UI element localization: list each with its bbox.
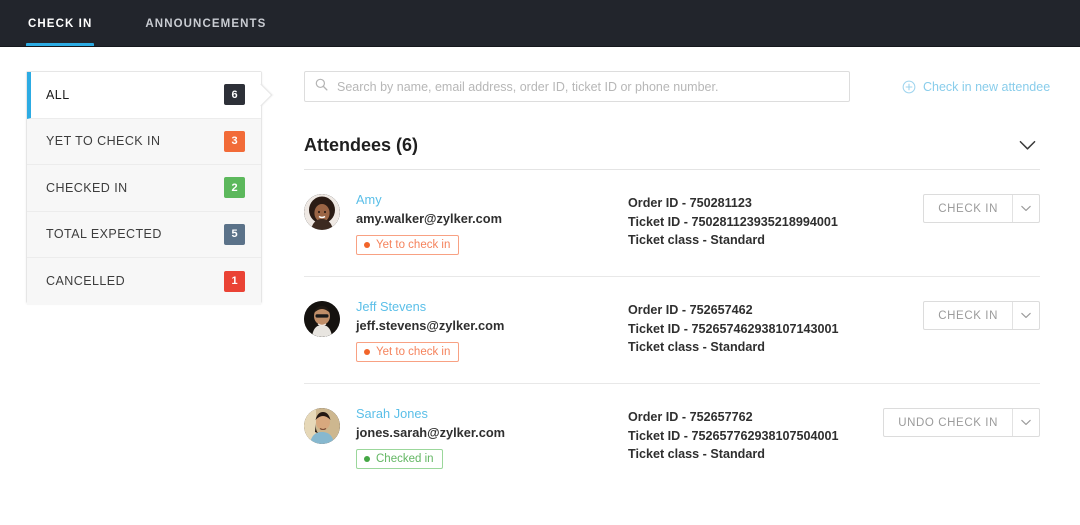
status-badge-label: Checked in <box>376 453 434 465</box>
sidebar-item-cancelled[interactable]: CANCELLED 1 <box>27 258 261 305</box>
attendee-email: amy.walker@zylker.com <box>356 209 628 228</box>
order-id: Order ID - 752657462 <box>628 301 923 320</box>
sidebar-item-label: TOTAL EXPECTED <box>46 227 162 241</box>
sidebar-item-all[interactable]: ALL 6 <box>27 72 261 119</box>
attendee-info: Amy amy.walker@zylker.com Yet to check i… <box>356 192 628 255</box>
sidebar-item-label: CHECKED IN <box>46 181 128 195</box>
sidebar-item-label: YET TO CHECK IN <box>46 134 160 148</box>
check-in-split-button: CHECK IN <box>923 301 1040 330</box>
attendees-header: Attendees (6) <box>304 135 1040 170</box>
page-body: ALL 6 YET TO CHECK IN 3 CHECKED IN 2 TOT… <box>0 47 1080 525</box>
filter-sidebar: ALL 6 YET TO CHECK IN 3 CHECKED IN 2 TOT… <box>26 71 262 303</box>
status-badge-label: Yet to check in <box>376 346 450 358</box>
order-id: Order ID - 750281123 <box>628 194 923 213</box>
avatar <box>304 194 340 230</box>
status-badge: 3 <box>224 131 245 152</box>
ticket-id: Ticket ID - 752657762938107504001 <box>628 427 883 446</box>
chevron-down-icon[interactable] <box>1012 195 1039 222</box>
check-in-button[interactable]: CHECK IN <box>924 195 1012 222</box>
avatar <box>304 408 340 444</box>
status-badge: 5 <box>224 224 245 245</box>
sidebar-item-total-expected[interactable]: TOTAL EXPECTED 5 <box>27 212 261 259</box>
chevron-down-icon[interactable] <box>1012 302 1039 329</box>
ticket-class: Ticket class - Standard <box>628 445 883 464</box>
order-details: Order ID - 752657462 Ticket ID - 7526574… <box>628 299 923 357</box>
attendee-name-link[interactable]: Sarah Jones <box>356 406 628 422</box>
table-row: Sarah Jones jones.sarah@zylker.com Check… <box>304 384 1040 490</box>
attendee-name-link[interactable]: Amy <box>356 192 628 208</box>
sidebar-item-label: ALL <box>46 88 70 102</box>
tab-check-in[interactable]: CHECK IN <box>26 0 94 47</box>
attendee-info: Jeff Stevens jeff.stevens@zylker.com Yet… <box>356 299 628 362</box>
search-row: Check in new attendee <box>304 71 1040 102</box>
order-id: Order ID - 752657762 <box>628 408 883 427</box>
main-content: Check in new attendee Attendees (6) <box>262 71 1080 525</box>
sidebar-item-yet-to-check-in[interactable]: YET TO CHECK IN 3 <box>27 119 261 166</box>
chevron-down-icon[interactable] <box>1015 138 1040 153</box>
tab-announcements-label: ANNOUNCEMENTS <box>145 18 266 30</box>
attendee-info: Sarah Jones jones.sarah@zylker.com Check… <box>356 406 628 469</box>
ticket-id: Ticket ID - 750281123935218994001 <box>628 213 923 232</box>
page-title: Attendees (6) <box>304 135 418 156</box>
status-dot-icon <box>364 349 370 355</box>
tab-announcements[interactable]: ANNOUNCEMENTS <box>143 0 268 47</box>
status-dot-icon <box>364 242 370 248</box>
attendee-email: jones.sarah@zylker.com <box>356 423 628 442</box>
active-tab-underline <box>26 43 94 47</box>
avatar <box>304 301 340 337</box>
search-box[interactable] <box>304 71 850 102</box>
status-badge: Yet to check in <box>356 235 459 255</box>
table-row: Jeff Stevens jeff.stevens@zylker.com Yet… <box>304 277 1040 384</box>
order-details: Order ID - 750281123 Ticket ID - 7502811… <box>628 192 923 250</box>
status-badge-label: Yet to check in <box>376 239 450 251</box>
top-navigation-bar: CHECK IN ANNOUNCEMENTS <box>0 0 1080 47</box>
attendee-email: jeff.stevens@zylker.com <box>356 316 628 335</box>
sidebar-item-checked-in[interactable]: CHECKED IN 2 <box>27 165 261 212</box>
check-in-split-button: CHECK IN <box>923 194 1040 223</box>
status-dot-icon <box>364 456 370 462</box>
check-in-new-attendee-label: Check in new attendee <box>923 80 1050 94</box>
check-in-button[interactable]: CHECK IN <box>924 302 1012 329</box>
ticket-class: Ticket class - Standard <box>628 338 923 357</box>
status-badge: 2 <box>224 177 245 198</box>
status-badge: Checked in <box>356 449 443 469</box>
order-details: Order ID - 752657762 Ticket ID - 7526577… <box>628 406 883 464</box>
sidebar-item-label: CANCELLED <box>46 274 125 288</box>
search-icon <box>315 78 328 96</box>
plus-circle-icon <box>902 80 916 94</box>
status-badge: 6 <box>224 84 245 105</box>
attendee-name-link[interactable]: Jeff Stevens <box>356 299 628 315</box>
status-badge: 1 <box>224 271 245 292</box>
chevron-down-icon[interactable] <box>1012 409 1039 436</box>
table-row: Amy amy.walker@zylker.com Yet to check i… <box>304 170 1040 277</box>
search-input[interactable] <box>337 80 839 94</box>
status-badge: Yet to check in <box>356 342 459 362</box>
ticket-class: Ticket class - Standard <box>628 231 923 250</box>
undo-check-in-split-button: UNDO CHECK IN <box>883 408 1040 437</box>
undo-check-in-button[interactable]: UNDO CHECK IN <box>884 409 1012 436</box>
tab-check-in-label: CHECK IN <box>28 18 92 30</box>
ticket-id: Ticket ID - 752657462938107143001 <box>628 320 923 339</box>
check-in-new-attendee-link[interactable]: Check in new attendee <box>902 80 1050 94</box>
